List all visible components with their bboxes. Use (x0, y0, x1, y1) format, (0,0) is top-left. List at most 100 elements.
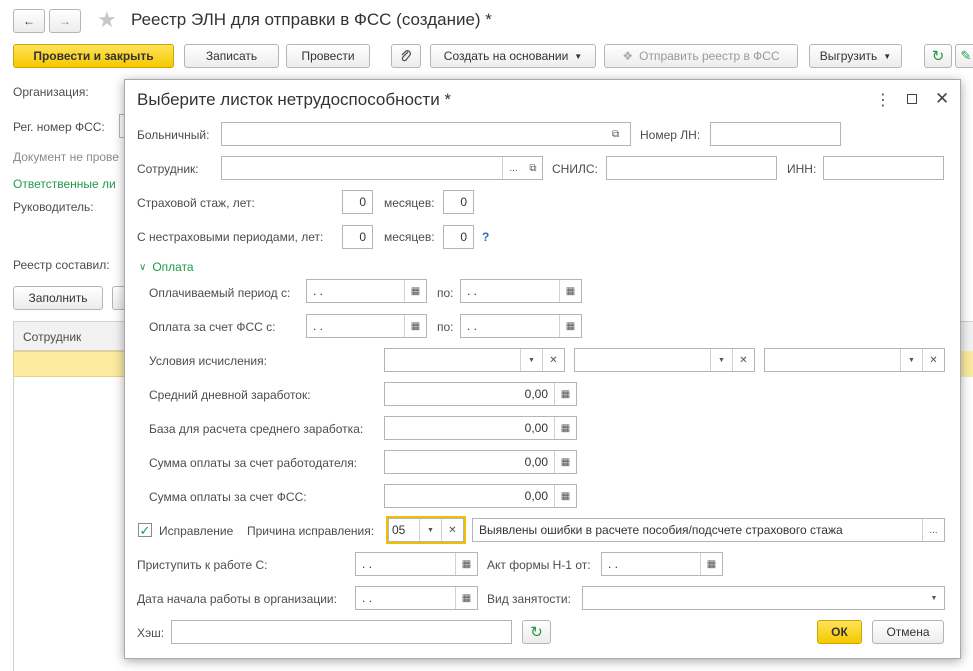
calculator-icon[interactable]: ▦ (554, 485, 576, 507)
start-work-field[interactable]: . . ▦ (355, 552, 478, 576)
sick-leave-field[interactable]: ⧉ (221, 122, 631, 146)
paid-period-from-value: . . (313, 284, 324, 298)
checkmark-icon: ✓ (139, 522, 151, 538)
act-n1-field[interactable]: . . ▦ (601, 552, 723, 576)
clear-icon[interactable]: ✕ (441, 519, 463, 541)
hash-field[interactable] (171, 620, 512, 644)
fss-sum-label: Сумма оплаты за счет ФСС: (149, 490, 307, 504)
inn-field[interactable] (823, 156, 944, 180)
ln-number-label: Номер ЛН: (640, 128, 701, 142)
chevron-down-icon[interactable]: ▼ (520, 349, 542, 371)
responsible-link[interactable]: Ответственные ли (13, 177, 116, 191)
clear-icon[interactable]: ✕ (542, 349, 564, 371)
chevron-down-icon[interactable]: ▼ (710, 349, 732, 371)
maximize-icon[interactable] (907, 94, 917, 104)
post-and-close-button[interactable]: Провести и закрыть (13, 44, 174, 68)
calendar-icon[interactable]: ▦ (455, 587, 477, 609)
clear-icon[interactable]: ✕ (732, 349, 754, 371)
nav-forward-button[interactable]: → (49, 9, 81, 33)
ellipsis-icon[interactable]: ... (502, 157, 524, 179)
correction-reason-code: 05 (392, 523, 406, 537)
paid-period-label: Оплачиваемый период с: (149, 286, 291, 300)
avg-daily-value: 0,00 (524, 387, 548, 401)
fss-payment-label: Оплата за счет ФСС с: (149, 320, 276, 334)
fss-payment-from-field[interactable]: . . ▦ (306, 314, 427, 338)
chevron-down-icon[interactable]: ▼ (900, 349, 922, 371)
more-menu-icon[interactable]: ⋮ (875, 90, 891, 110)
paid-period-from-field[interactable]: . . ▦ (306, 279, 427, 303)
start-work-value: . . (362, 557, 373, 571)
hash-refresh-button[interactable]: ↻ (522, 620, 551, 644)
avg-base-value: 0,00 (524, 421, 548, 435)
act-n1-label: Акт формы Н-1 от: (487, 558, 591, 572)
calculator-icon[interactable]: ▦ (554, 383, 576, 405)
edit-button[interactable]: ✎ (955, 44, 973, 68)
create-based-on-button[interactable]: Создать на основании ▼ (430, 44, 596, 68)
export-button[interactable]: Выгрузить ▼ (809, 44, 902, 68)
correction-reason-text-field[interactable]: Выявлены ошибки в расчете пособия/подсче… (472, 518, 945, 542)
post-button[interactable]: Провести (286, 44, 370, 68)
calc-condition-2-select[interactable]: ▼ ✕ (574, 348, 755, 372)
avg-daily-field[interactable]: 0,00 ▦ (384, 382, 577, 406)
head-label: Руководитель: (13, 200, 94, 214)
calendar-icon[interactable]: ▦ (559, 280, 581, 302)
paid-period-to-label: по: (437, 286, 454, 300)
right-table-row (961, 351, 973, 377)
help-icon[interactable]: ? (482, 230, 489, 244)
send-registry-label: Отправить реестр в ФСС (639, 49, 780, 63)
chevron-down-icon[interactable]: ▼ (419, 519, 441, 541)
employee-field[interactable]: ... ⧉ (221, 156, 543, 180)
calculator-icon[interactable]: ▦ (554, 451, 576, 473)
clear-icon[interactable]: ✕ (922, 349, 944, 371)
employment-type-label: Вид занятости: (487, 592, 571, 606)
paid-period-to-value: . . (467, 284, 478, 298)
paid-period-to-field[interactable]: . . ▦ (460, 279, 582, 303)
noninsurance-years-field[interactable]: 0 (342, 225, 373, 249)
insurance-months-field[interactable]: 0 (443, 190, 474, 214)
chevron-down-icon[interactable]: ▼ (924, 595, 944, 602)
calendar-icon[interactable]: ▦ (700, 553, 722, 575)
calendar-icon[interactable]: ▦ (455, 553, 477, 575)
correction-reason-select[interactable]: 05 ▼ ✕ (386, 516, 466, 544)
noninsurance-months-value: 0 (460, 230, 467, 244)
employer-sum-field[interactable]: 0,00 ▦ (384, 450, 577, 474)
send-registry-button[interactable]: ❖ Отправить реестр в ФСС (604, 44, 798, 68)
employment-type-select[interactable]: ▼ (582, 586, 945, 610)
avg-base-field[interactable]: 0,00 ▦ (384, 416, 577, 440)
attach-button[interactable] (391, 44, 421, 68)
calendar-icon[interactable]: ▦ (404, 280, 426, 302)
ellipsis-icon[interactable]: ... (922, 519, 944, 541)
sick-leave-label: Больничный: (137, 128, 210, 142)
fss-payment-from-value: . . (313, 319, 324, 333)
arrow-right-icon: → (59, 14, 71, 28)
insurance-years-field[interactable]: 0 (342, 190, 373, 214)
cancel-button[interactable]: Отмена (872, 620, 944, 644)
fss-payment-to-field[interactable]: . . ▦ (460, 314, 582, 338)
table-row-selected[interactable] (13, 351, 125, 377)
calculator-icon[interactable]: ▦ (554, 417, 576, 439)
favorite-star-icon[interactable]: ★ (97, 7, 117, 33)
create-based-label: Создать на основании (443, 49, 569, 63)
nav-back-button[interactable]: ← (13, 9, 45, 33)
calendar-icon[interactable]: ▦ (404, 315, 426, 337)
start-org-field[interactable]: . . ▦ (355, 586, 478, 610)
snils-field[interactable] (606, 156, 777, 180)
ok-button[interactable]: ОК (817, 620, 862, 644)
correction-reason-label: Причина исправления: (247, 524, 375, 538)
fill-button[interactable]: Заполнить (13, 286, 103, 310)
noninsurance-months-field[interactable]: 0 (443, 225, 474, 249)
calc-condition-3-select[interactable]: ▼ ✕ (764, 348, 945, 372)
calendar-icon[interactable]: ▦ (559, 315, 581, 337)
ln-number-field[interactable] (710, 122, 841, 146)
payment-group-toggle[interactable]: ∨ Оплата (139, 260, 194, 274)
export-label: Выгрузить (819, 49, 878, 63)
save-button[interactable]: Записать (184, 44, 279, 68)
fss-sum-field[interactable]: 0,00 ▦ (384, 484, 577, 508)
close-icon[interactable]: ✕ (935, 89, 949, 109)
open-icon[interactable]: ⧉ (612, 129, 630, 140)
refresh-button[interactable]: ↻ (924, 44, 952, 68)
arrow-left-icon: ← (23, 14, 35, 28)
calc-condition-1-select[interactable]: ▼ ✕ (384, 348, 565, 372)
open-icon[interactable]: ⧉ (524, 163, 542, 174)
correction-checkbox[interactable]: ✓ (138, 523, 152, 537)
